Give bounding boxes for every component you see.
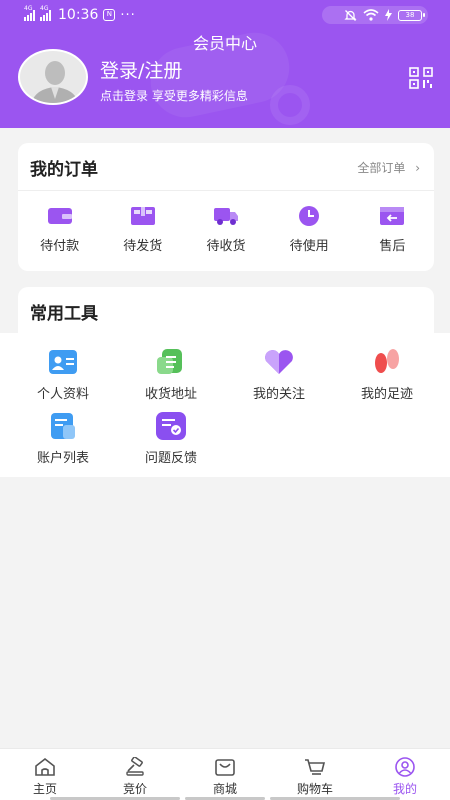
all-orders-label: 全部订单 (357, 161, 406, 175)
nav-label: 我的 (392, 782, 417, 796)
order-pending-shipment[interactable]: 待发货 (101, 205, 184, 254)
status-bar: 4G 4G 10:36 N ··· 38 (0, 0, 450, 30)
tool-label: 账户列表 (36, 451, 89, 466)
nav-cart[interactable]: 购物车 (270, 749, 360, 800)
mute-bell-icon (344, 9, 357, 21)
order-pending-receipt[interactable]: 待收货 (184, 205, 267, 254)
order-status-label: 待付款 (40, 239, 80, 254)
tools-title: 常用工具 (30, 304, 98, 324)
feedback-icon (156, 412, 186, 440)
nav-label: 竞价 (122, 782, 147, 796)
tool-label: 我的足迹 (360, 387, 413, 402)
tool-label: 个人资料 (36, 387, 89, 402)
order-after-sales[interactable]: 售后 (351, 205, 434, 254)
network-type-label: 4G (40, 4, 49, 12)
page-title: 会员中心 (192, 34, 257, 53)
tool-label: 我的关注 (252, 387, 305, 402)
chevron-right-icon: › (415, 161, 420, 175)
nav-label: 购物车 (296, 782, 333, 796)
order-status-label: 待发货 (123, 239, 163, 254)
user-circle-icon (395, 757, 415, 777)
orders-card: 我的订单 全部订单 › 待付款 待发货 待收货 待使用 售后 (18, 143, 434, 271)
package-icon (130, 207, 155, 225)
login-register-link[interactable]: 登录/注册 (100, 56, 182, 83)
account-list-icon (51, 413, 75, 439)
more-notifications-icon: ··· (120, 7, 136, 23)
tool-address[interactable]: 收货地址 (116, 347, 226, 402)
tool-follows[interactable]: 我的关注 (224, 347, 334, 402)
bottom-navigation: 主页 竞价 商城 购物车 我的 (0, 748, 450, 800)
orders-title: 我的订单 (30, 160, 98, 180)
header-decoration-ring (270, 85, 310, 125)
all-orders-link[interactable]: 全部订单 › (357, 159, 420, 176)
signal-icon: 4G (24, 5, 35, 21)
tools-grid: 个人资料 收货地址 我的关注 我的足迹 账户列表 问题反馈 (0, 333, 450, 477)
charging-icon (385, 9, 392, 21)
header: 4G 4G 10:36 N ··· 38 会员中心 登录/注册 点击登录 享受更… (0, 0, 450, 128)
tool-footprints[interactable]: 我的足迹 (332, 347, 442, 402)
tool-label: 问题反馈 (144, 451, 197, 466)
tool-feedback[interactable]: 问题反馈 (116, 411, 226, 466)
nav-mine[interactable]: 我的 (360, 749, 450, 800)
shop-bag-icon (215, 759, 235, 776)
tool-label: 收货地址 (144, 387, 197, 402)
auction-gavel-icon (126, 757, 144, 776)
wifi-icon (363, 9, 379, 21)
avatar[interactable] (18, 49, 88, 105)
nav-label: 商城 (212, 782, 237, 796)
cart-icon (305, 759, 326, 775)
login-subtitle: 点击登录 享受更多精彩信息 (100, 89, 248, 103)
wallet-icon (47, 208, 72, 224)
clock-icon (299, 206, 320, 226)
order-status-label: 待收货 (206, 239, 246, 254)
order-pending-use[interactable]: 待使用 (268, 205, 351, 254)
qr-code-icon (409, 67, 433, 89)
signal-icon: 4G (40, 5, 51, 21)
status-bar-right: 38 (322, 6, 428, 24)
home-icon (35, 757, 55, 776)
order-status-label: 待使用 (289, 239, 329, 254)
address-icon (157, 349, 182, 374)
status-time: 10:36 (58, 7, 99, 23)
network-type-label: 4G (24, 4, 33, 12)
nav-home[interactable]: 主页 (0, 749, 90, 800)
tool-profile[interactable]: 个人资料 (8, 347, 118, 402)
order-status-row: 待付款 待发货 待收货 待使用 售后 (18, 205, 434, 254)
divider (18, 190, 434, 191)
notification-icon: N (103, 9, 116, 21)
heart-icon (265, 350, 293, 374)
profile-card-icon (49, 350, 77, 374)
tool-accounts[interactable]: 账户列表 (8, 411, 118, 466)
nav-label: 主页 (32, 782, 57, 796)
battery-icon: 38 (398, 9, 425, 21)
status-bar-left: 4G 4G 10:36 N ··· (24, 5, 136, 23)
qr-code-button[interactable] (409, 67, 433, 89)
truck-icon (213, 208, 238, 225)
default-user-icon (20, 51, 86, 103)
nav-mall[interactable]: 商城 (180, 749, 270, 800)
order-pending-payment[interactable]: 待付款 (18, 205, 101, 254)
footprint-icon (375, 349, 399, 373)
order-status-label: 售后 (379, 239, 406, 254)
nav-bidding[interactable]: 竞价 (90, 749, 180, 800)
return-icon (380, 207, 405, 225)
